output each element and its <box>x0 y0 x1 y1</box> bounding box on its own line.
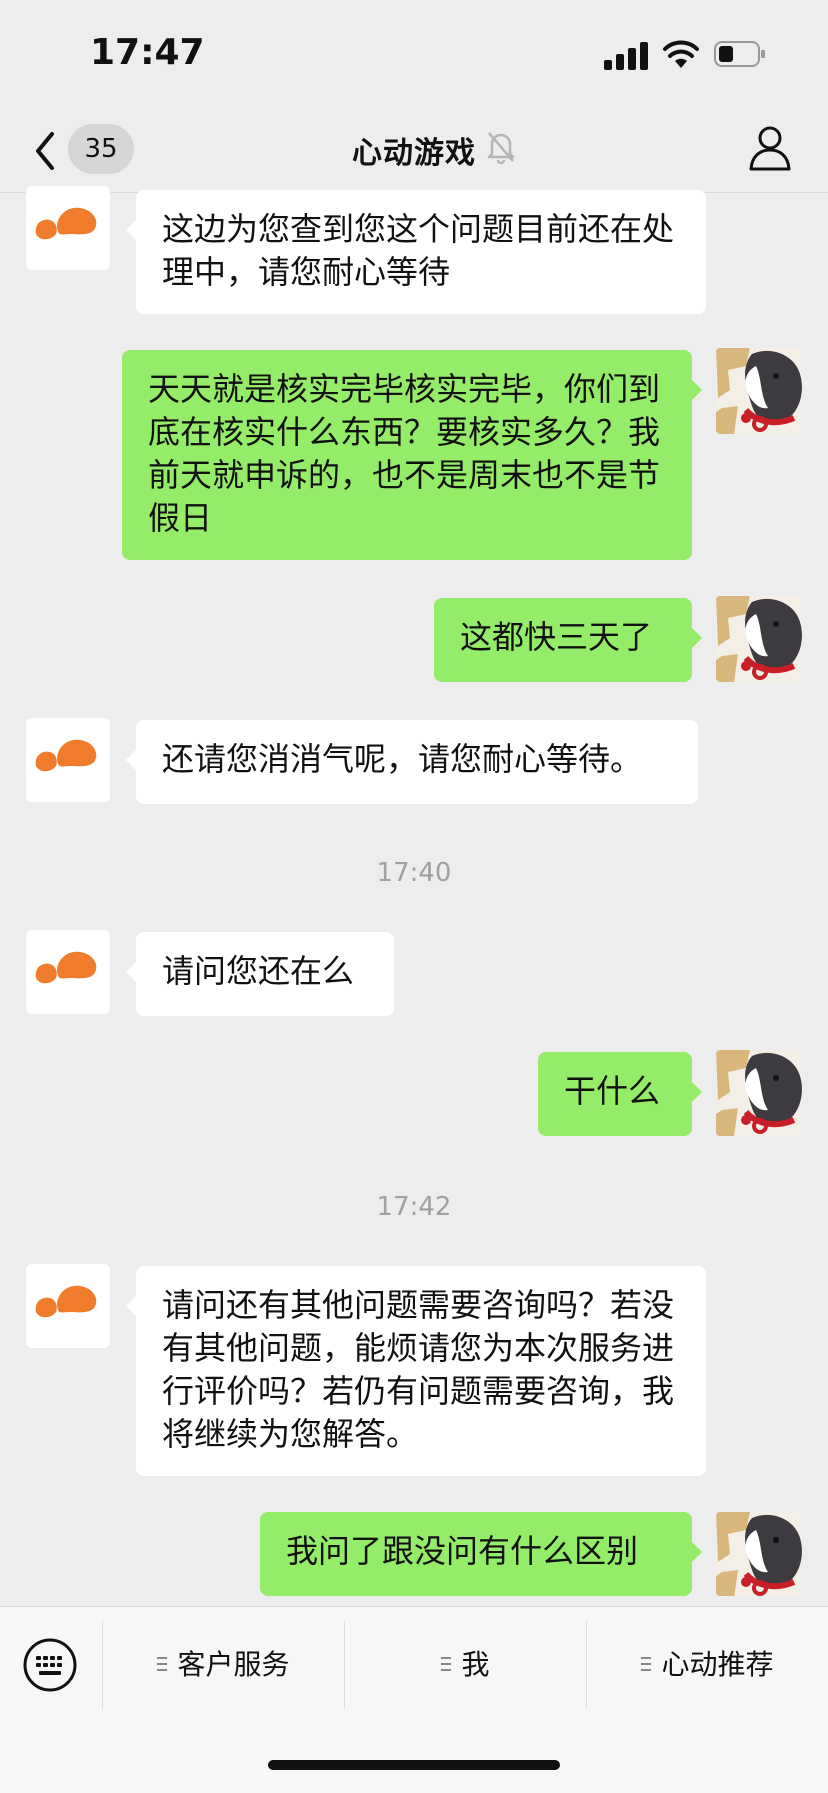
menu-recommend[interactable]: 心动推荐 <box>587 1623 828 1707</box>
chat-timestamp: 17:40 <box>376 858 452 888</box>
muted-bell-icon <box>487 132 515 164</box>
user-avatar[interactable] <box>716 348 802 434</box>
battery-icon <box>714 41 765 67</box>
user-avatar[interactable] <box>716 1050 802 1136</box>
message-bubble-outgoing[interactable]: 天天就是核实完毕核实完毕，你们到底在核实什么东西？要核实多久？我前天就申诉的，也… <box>122 350 702 560</box>
cat-avatar-icon <box>716 348 802 434</box>
chat-timestamp: 17:42 <box>376 1192 452 1222</box>
submenu-lines-icon <box>441 1657 452 1671</box>
message-bubble-incoming[interactable]: 这边为您查到您这个问题目前还在处理中，请您耐心等待 <box>126 190 706 314</box>
message-bubble-incoming[interactable]: 还请您消消气呢，请您耐心等待。 <box>126 720 698 804</box>
menu-label: 我 <box>461 1648 490 1681</box>
menu-label: 心动推荐 <box>661 1648 774 1681</box>
cat-avatar-icon <box>716 1050 802 1136</box>
home-indicator <box>268 1760 560 1770</box>
status-time: 17:47 <box>90 32 205 73</box>
chat-title: 心动游戏 <box>352 136 476 171</box>
service-avatar[interactable] <box>26 718 110 802</box>
service-avatar[interactable] <box>26 930 110 1014</box>
menu-label: 客户服务 <box>177 1648 290 1681</box>
user-avatar[interactable] <box>716 596 802 682</box>
message-bubble-incoming[interactable]: 请问您还在么 <box>126 932 394 1016</box>
message-bubble-outgoing[interactable]: 这都快三天了 <box>434 598 702 682</box>
xd-logo-icon <box>35 739 97 772</box>
menu-me[interactable]: 我 <box>345 1623 586 1707</box>
message-bubble-outgoing[interactable]: 干什么 <box>538 1052 702 1136</box>
status-bar: 17:47 <box>0 0 828 110</box>
nav-bar: 35 心动游戏 <box>0 110 828 193</box>
user-avatar[interactable] <box>716 1512 802 1596</box>
keyboard-toggle-icon[interactable] <box>22 1637 78 1693</box>
submenu-lines-icon <box>157 1657 168 1671</box>
cat-avatar-icon <box>716 1512 802 1596</box>
submenu-lines-icon <box>641 1657 652 1671</box>
signal-icon <box>604 40 648 70</box>
message-bubble-outgoing[interactable]: 我问了跟没问有什么区别 <box>260 1512 702 1596</box>
chat-info-person-icon[interactable] <box>748 124 792 172</box>
xd-logo-icon <box>35 951 97 984</box>
service-avatar[interactable] <box>26 1264 110 1348</box>
menu-customer-service[interactable]: 客户服务 <box>103 1623 344 1707</box>
message-bubble-incoming[interactable]: 请问还有其他问题需要咨询吗？若没有其他问题，能烦请您为本次服务进行评价吗？若仍有… <box>126 1266 706 1476</box>
xd-logo-icon <box>35 1285 97 1318</box>
cat-avatar-icon <box>716 596 802 682</box>
xd-logo-icon <box>35 207 97 240</box>
wifi-icon <box>663 40 699 68</box>
service-avatar[interactable] <box>26 186 110 270</box>
